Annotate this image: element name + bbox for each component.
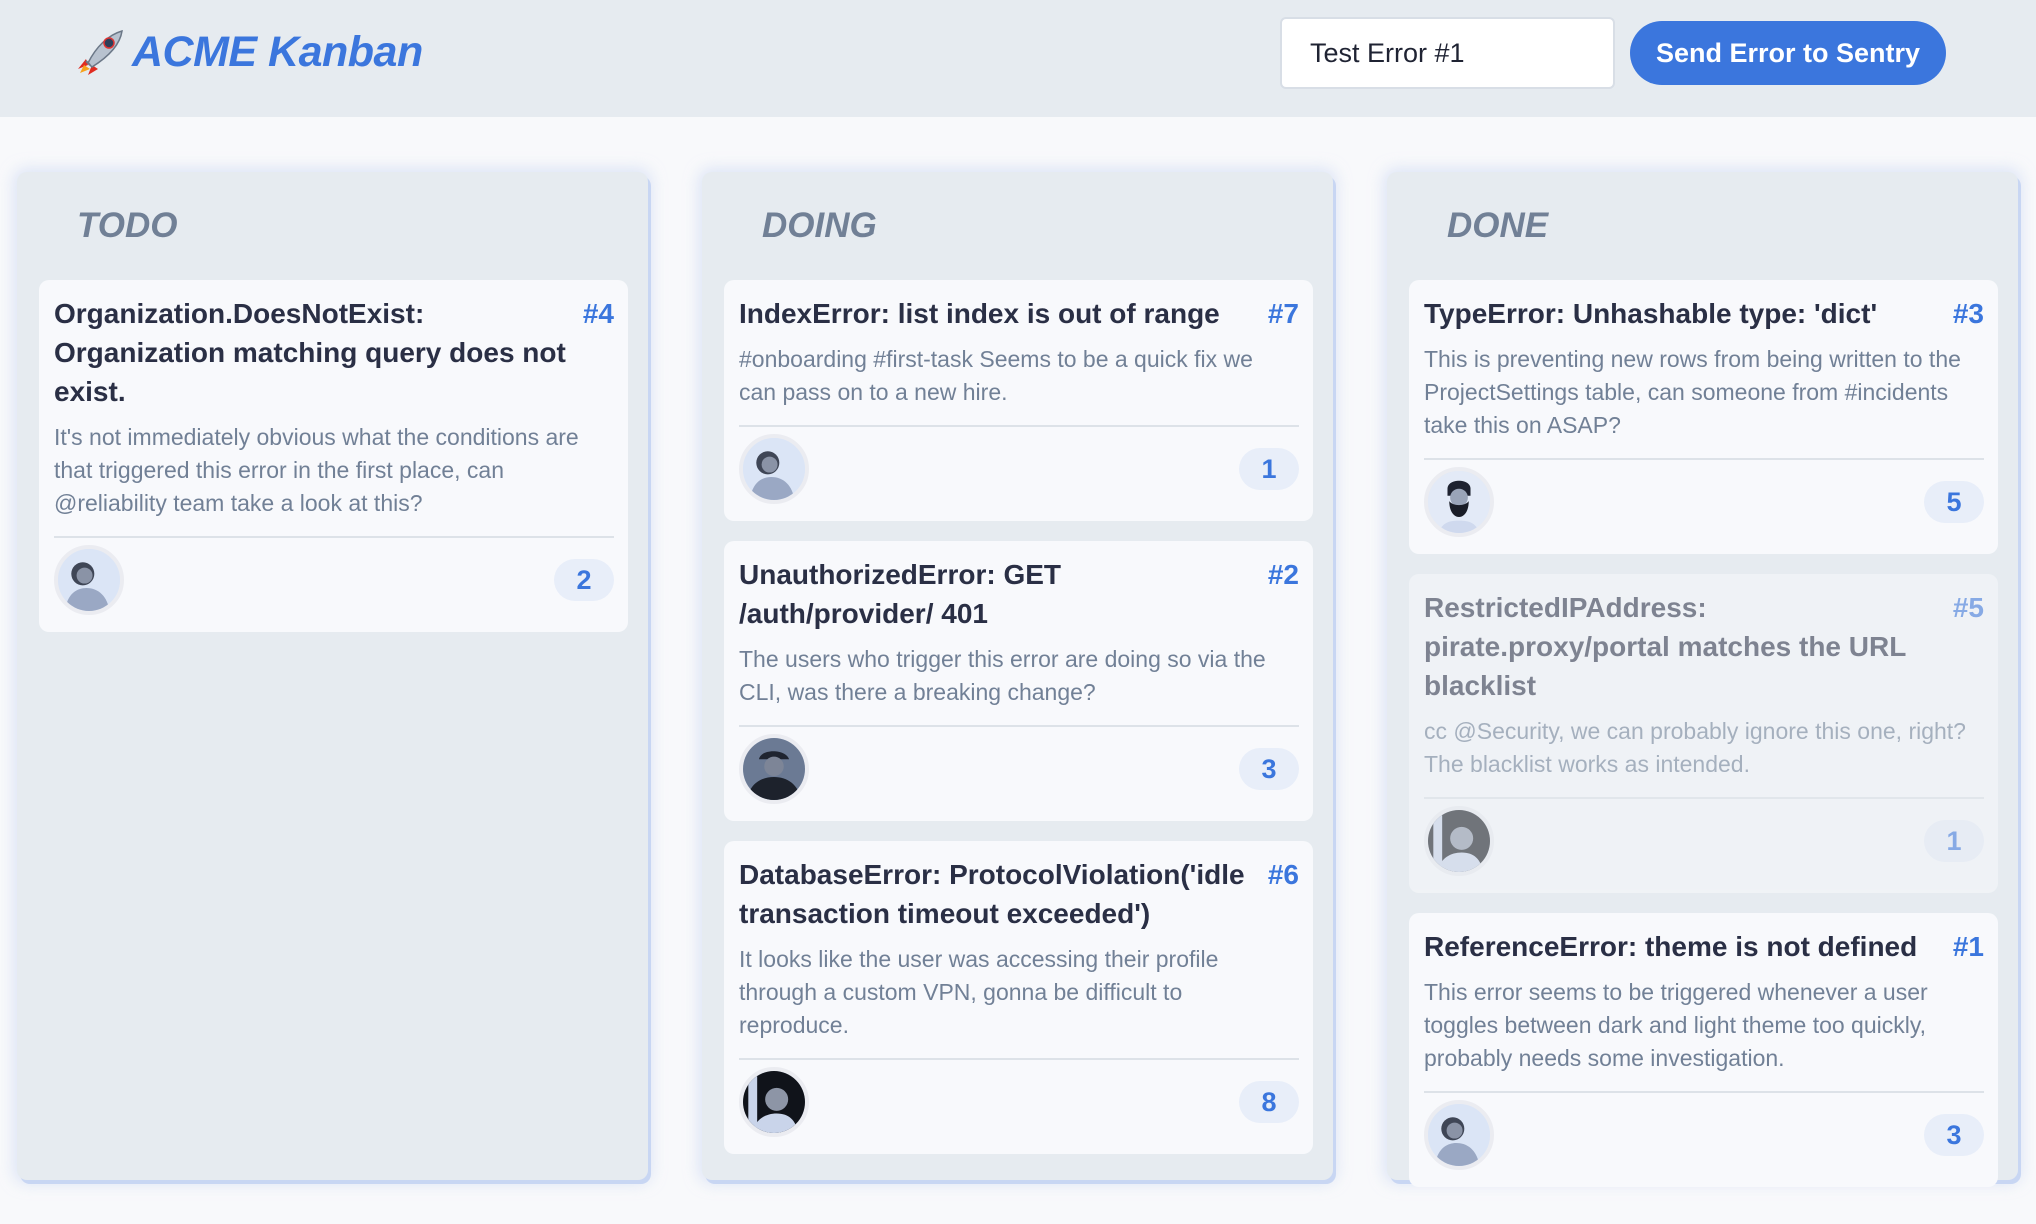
card-footer: 1 bbox=[739, 427, 1299, 511]
card-number: #7 bbox=[1267, 298, 1299, 329]
count-badge: 8 bbox=[1239, 1081, 1299, 1123]
count-badge: 5 bbox=[1924, 481, 1984, 523]
card-header: DatabaseError: ProtocolViolation('idle t… bbox=[739, 855, 1299, 933]
cap-man-avatar[interactable] bbox=[739, 734, 809, 804]
man-avatar[interactable] bbox=[739, 1067, 809, 1137]
card-footer: 5 bbox=[1424, 460, 1984, 544]
card-footer: 3 bbox=[739, 727, 1299, 811]
brand[interactable]: ACME Kanban bbox=[76, 28, 423, 76]
card-header: UnauthorizedError: GET /auth/provider/ 4… bbox=[739, 555, 1299, 633]
card-title: Organization.DoesNotExist: Organization … bbox=[54, 298, 566, 407]
count-badge: 1 bbox=[1239, 448, 1299, 490]
card-header: IndexError: list index is out of range #… bbox=[739, 294, 1299, 333]
card-footer: 8 bbox=[739, 1060, 1299, 1144]
column-doing: DOING IndexError: list index is out of r… bbox=[702, 172, 1333, 1180]
count-badge: 3 bbox=[1239, 748, 1299, 790]
card-description: It's not immediately obvious what the co… bbox=[54, 424, 579, 516]
woman-avatar[interactable] bbox=[54, 545, 124, 615]
issue-card[interactable]: RestrictedIPAddress: pirate.proxy/portal… bbox=[1409, 574, 1998, 893]
card-title: RestrictedIPAddress: pirate.proxy/portal… bbox=[1424, 592, 1906, 701]
card-number: #5 bbox=[1952, 592, 1984, 623]
count-badge: 2 bbox=[554, 559, 614, 601]
column-title: DONE bbox=[1447, 206, 1549, 245]
column-title: TODO bbox=[77, 206, 178, 245]
card-title: UnauthorizedError: GET /auth/provider/ 4… bbox=[739, 559, 1062, 629]
card-header: ReferenceError: theme is not defined #1 bbox=[1424, 927, 1984, 966]
card-title: DatabaseError: ProtocolViolation('idle t… bbox=[739, 859, 1245, 929]
card-number: #4 bbox=[582, 298, 614, 329]
card-header: TypeError: Unhashable type: 'dict' #3 bbox=[1424, 294, 1984, 333]
card-description: This error seems to be triggered wheneve… bbox=[1424, 979, 1928, 1071]
count-badge: 3 bbox=[1924, 1114, 1984, 1156]
count-badge: 1 bbox=[1924, 820, 1984, 862]
card-header: Organization.DoesNotExist: Organization … bbox=[54, 294, 614, 411]
card-description: The users who trigger this error are doi… bbox=[739, 646, 1266, 705]
card-footer: 1 bbox=[1424, 799, 1984, 883]
card-description: It looks like the user was accessing the… bbox=[739, 946, 1219, 1038]
bearded-man-avatar[interactable] bbox=[1424, 467, 1494, 537]
issue-card[interactable]: ReferenceError: theme is not defined #1 … bbox=[1409, 913, 1998, 1187]
man-avatar[interactable] bbox=[1424, 806, 1494, 876]
card-number: #2 bbox=[1267, 559, 1299, 590]
card-footer: 3 bbox=[1424, 1093, 1984, 1177]
issue-card[interactable]: Organization.DoesNotExist: Organization … bbox=[39, 280, 628, 632]
issue-card[interactable]: TypeError: Unhashable type: 'dict' #3 Th… bbox=[1409, 280, 1998, 554]
card-list: IndexError: list index is out of range #… bbox=[724, 280, 1313, 1154]
issue-card[interactable]: DatabaseError: ProtocolViolation('idle t… bbox=[724, 841, 1313, 1154]
card-number: #6 bbox=[1267, 859, 1299, 890]
column-title: DOING bbox=[762, 206, 877, 245]
card-list: TypeError: Unhashable type: 'dict' #3 Th… bbox=[1409, 280, 1998, 1187]
woman-avatar[interactable] bbox=[1424, 1100, 1494, 1170]
card-description: #onboarding #first-task Seems to be a qu… bbox=[739, 346, 1253, 405]
card-description: cc @Security, we can probably ignore thi… bbox=[1424, 718, 1966, 777]
card-title: ReferenceError: theme is not defined bbox=[1424, 931, 1918, 962]
column-todo: TODO Organization.DoesNotExist: Organiza… bbox=[17, 172, 648, 1180]
column-done: DONE TypeError: Unhashable type: 'dict' … bbox=[1387, 172, 2018, 1187]
app-title: ACME Kanban bbox=[132, 27, 423, 76]
rocket-icon bbox=[76, 29, 126, 75]
issue-card[interactable]: UnauthorizedError: GET /auth/provider/ 4… bbox=[724, 541, 1313, 821]
card-header: RestrictedIPAddress: pirate.proxy/portal… bbox=[1424, 588, 1984, 705]
issue-card[interactable]: IndexError: list index is out of range #… bbox=[724, 280, 1313, 521]
card-number: #3 bbox=[1952, 298, 1984, 329]
card-description: This is preventing new rows from being w… bbox=[1424, 346, 1961, 438]
error-message-input[interactable] bbox=[1280, 17, 1615, 89]
app-header: ACME Kanban Send Error to Sentry bbox=[0, 0, 2036, 117]
card-number: #1 bbox=[1952, 931, 1984, 962]
card-list: Organization.DoesNotExist: Organization … bbox=[39, 280, 628, 632]
woman-avatar[interactable] bbox=[739, 434, 809, 504]
send-error-button[interactable]: Send Error to Sentry bbox=[1630, 21, 1946, 85]
card-title: IndexError: list index is out of range bbox=[739, 298, 1220, 329]
card-title: TypeError: Unhashable type: 'dict' bbox=[1424, 298, 1878, 329]
card-footer: 2 bbox=[54, 538, 614, 622]
